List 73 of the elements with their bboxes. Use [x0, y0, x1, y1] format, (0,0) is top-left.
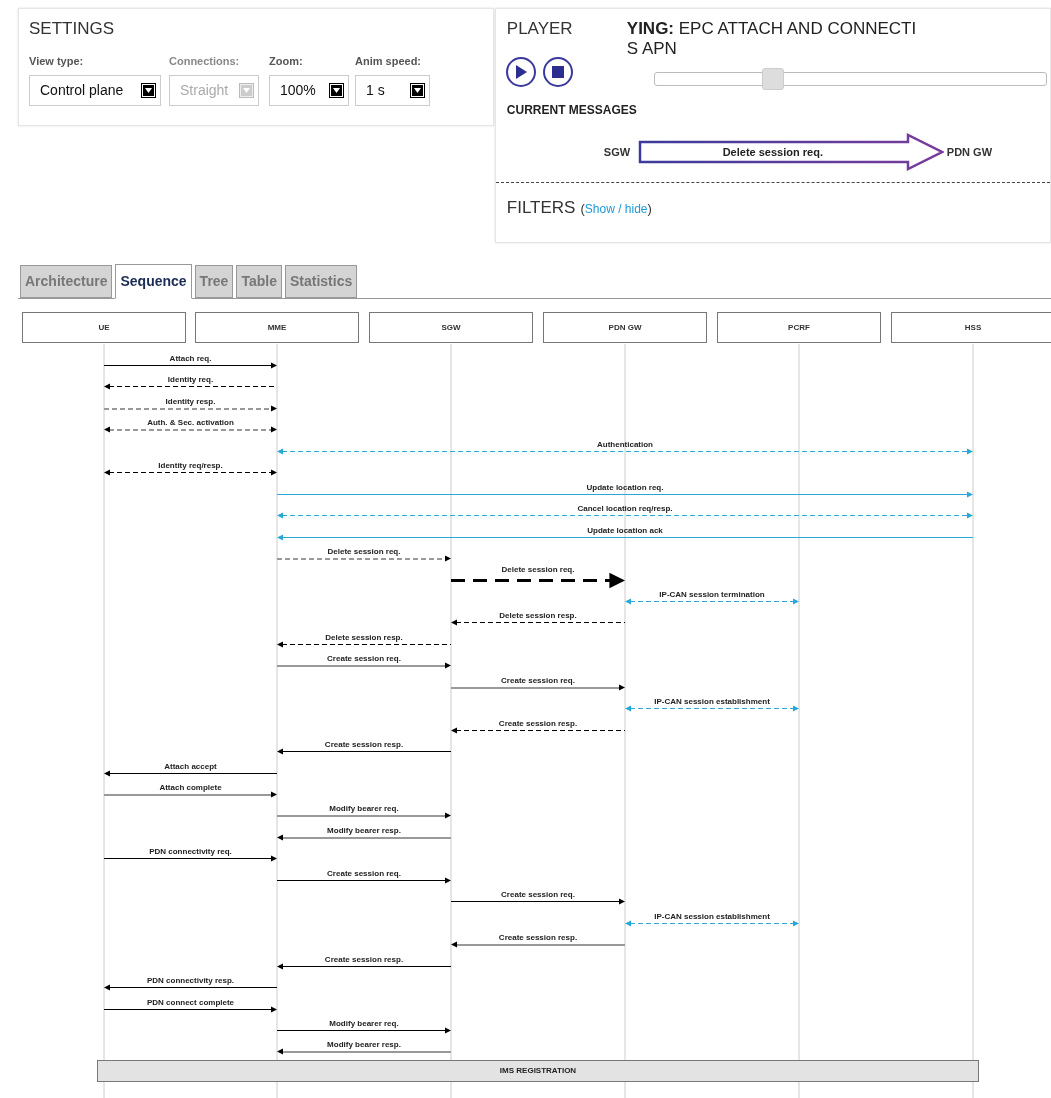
message-label: Delete session req.: [501, 564, 575, 574]
message-label: Modify bearer req.: [329, 803, 399, 813]
section-title: FILTERS: [506, 197, 576, 219]
show-hide-link[interactable]: Show / hide: [584, 200, 648, 218]
slider-thumb[interactable]: [761, 68, 784, 90]
participant-box: PDN GW: [543, 312, 707, 343]
message-label: Attach complete: [159, 782, 222, 792]
message-label: Identity resp.: [165, 396, 216, 406]
dropdown-arrow-icon: [239, 82, 254, 98]
parenthesis-text: (: [580, 200, 585, 218]
panel-title: SETTINGS: [29, 19, 115, 39]
message-label: Identity req.: [167, 374, 214, 384]
message-label: Attach accept: [164, 761, 217, 771]
dropdown-arrow-icon: [141, 82, 156, 98]
message-label: PDN connectivity req.: [149, 846, 232, 856]
participant-box: HSS: [891, 312, 1051, 343]
message-label: Create session req.: [327, 868, 401, 878]
message-label: Create session req.: [501, 889, 575, 899]
message-label: Delete session resp.: [499, 610, 577, 620]
phase-bar: IMS REGISTRATION: [97, 1060, 979, 1082]
message-label: Create session resp.: [324, 739, 404, 749]
play-button[interactable]: [505, 57, 536, 87]
dropdown-arrow-icon: [329, 82, 344, 98]
message-label: Delete session resp.: [325, 632, 403, 642]
tab[interactable]: Sequence: [115, 264, 192, 299]
stop-button[interactable]: [542, 57, 573, 87]
message-label: Create session resp.: [498, 718, 578, 728]
tab[interactable]: Tree: [194, 265, 234, 298]
field-label: Zoom:: [269, 54, 304, 69]
play-icon: [514, 65, 527, 79]
parenthesis-text: ): [647, 200, 652, 218]
dropdown-arrow-icon: [410, 82, 425, 98]
stop-icon: [551, 66, 564, 78]
message-label: Update location req.: [586, 482, 664, 492]
tab[interactable]: Architecture: [20, 265, 113, 298]
message-label: Modify bearer resp.: [327, 825, 401, 835]
message-label: Create session resp.: [498, 932, 578, 942]
message-label: Delete session req.: [327, 546, 401, 556]
node-label: PDN GW: [946, 144, 993, 160]
message-label: IP-CAN session termination: [659, 589, 765, 599]
participant-box: SGW: [369, 312, 533, 343]
message-label: Modify bearer resp.: [327, 1039, 401, 1049]
field-label: View type:: [29, 54, 85, 69]
message-label: Create session resp.: [324, 954, 404, 964]
message-label: PDN connect complete: [146, 997, 235, 1007]
field-label: Connections:: [169, 54, 241, 69]
message-arrow: Delete session req.: [637, 133, 944, 171]
field-label: Anim speed:: [355, 54, 422, 69]
participant-box: PCRF: [717, 312, 881, 343]
now-playing-text: YING: EPC ATTACH AND CONNECTI: [626, 19, 917, 39]
message-label: Cancel location req/resp.: [577, 503, 673, 513]
message-label: IP-CAN session establishment: [654, 696, 770, 706]
tab[interactable]: Table: [236, 265, 282, 298]
section-title: CURRENT MESSAGES: [505, 102, 638, 119]
message-label: IP-CAN session establishment: [654, 911, 770, 921]
panel-title: PLAYER: [506, 19, 574, 40]
message-label: Attach req.: [169, 353, 212, 363]
tab[interactable]: Statistics: [284, 265, 358, 298]
now-playing-text: S APN: [626, 39, 678, 59]
message-label: Update location ack: [587, 525, 663, 535]
message-label: Authentication: [597, 439, 653, 449]
message-label: Create session req.: [501, 675, 575, 685]
dropdown[interactable]: 1 s: [355, 74, 430, 106]
message-label: Modify bearer req.: [329, 1018, 399, 1028]
participant-box: UE: [22, 312, 186, 343]
message-label: PDN connectivity resp.: [146, 975, 235, 985]
message-label: Identity req/resp.: [158, 460, 223, 470]
participant-box: MME: [195, 312, 359, 343]
message-label: Auth. & Sec. activation: [147, 417, 234, 427]
dropdown[interactable]: Control plane: [29, 74, 161, 106]
message-label: Create session req.: [327, 653, 401, 663]
dropdown[interactable]: 100%: [269, 74, 349, 106]
node-label: SGW: [603, 144, 632, 160]
